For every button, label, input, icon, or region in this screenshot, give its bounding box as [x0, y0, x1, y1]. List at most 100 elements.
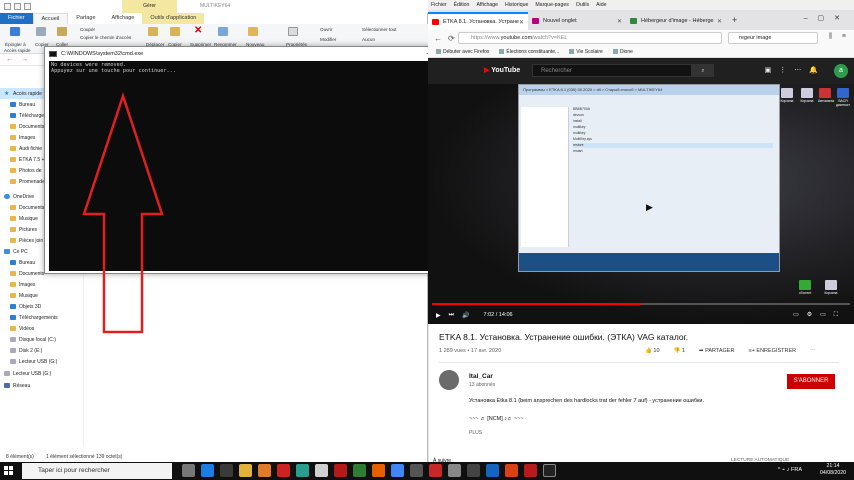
url-bar[interactable]: https://www.youtube.com/watch?v=KEL — [458, 32, 722, 44]
share-button[interactable]: ➦ PARTAGER — [699, 348, 734, 354]
chrome-icon[interactable] — [391, 464, 404, 477]
tab-new-tab[interactable]: Nouvel onglet ✕ — [528, 12, 626, 30]
bookmark-item[interactable]: Élections constituante... — [499, 49, 559, 55]
menu-history[interactable]: Historique — [505, 2, 528, 8]
avatar[interactable]: a — [834, 64, 848, 78]
menu-view[interactable]: Affichage — [476, 2, 498, 8]
app-icon[interactable] — [315, 464, 328, 477]
play-icon[interactable]: ▶ — [436, 312, 441, 319]
file-explorer-icon[interactable] — [239, 464, 252, 477]
new-folder-icon[interactable] — [14, 3, 21, 10]
library-icon[interactable]: ⫼ — [829, 33, 832, 41]
nav-item[interactable]: Lecteur USB (G:) — [0, 368, 84, 379]
dislike-button[interactable]: 👎 1 — [674, 348, 685, 354]
nav-item[interactable]: Réseau — [0, 380, 84, 391]
tab-file[interactable]: Fichier — [0, 13, 33, 24]
channel-avatar[interactable] — [439, 370, 459, 390]
reload-icon[interactable]: ⟳ — [448, 34, 455, 43]
menu-file[interactable]: Fichier — [431, 2, 447, 8]
close-tab-icon[interactable]: ✕ — [519, 19, 524, 26]
bookmark-item[interactable]: Dione — [613, 49, 633, 55]
video-progress-bar[interactable] — [432, 303, 850, 305]
menu-icon[interactable]: ≡ — [842, 33, 846, 40]
subscribe-button[interactable]: S'ABONNER — [787, 374, 835, 389]
nav-item[interactable]: Musique — [0, 290, 84, 301]
app-icon[interactable] — [429, 464, 442, 477]
app-icon[interactable] — [467, 464, 480, 477]
open-button[interactable]: Ouvrir — [320, 27, 333, 32]
firefox-icon[interactable] — [372, 464, 385, 477]
tab-home[interactable]: Accueil — [32, 13, 69, 24]
paste-icon[interactable] — [57, 27, 67, 36]
tab-app-tools[interactable]: Outils d'application — [142, 13, 205, 24]
app-icon[interactable] — [410, 464, 423, 477]
close-tab-icon[interactable]: ✕ — [717, 18, 722, 25]
nav-arrows[interactable]: ←→ — [6, 56, 36, 63]
nav-item[interactable]: Disk 2 (E:) — [0, 345, 84, 356]
dropdown-icon[interactable] — [24, 3, 31, 10]
tab-image-host[interactable]: Hébergeur d'image - Héberge ✕ — [626, 12, 726, 30]
select-all-button[interactable]: Sélectionner tout — [362, 27, 396, 32]
pin-button[interactable]: Épingler à — [5, 42, 26, 47]
search-icon[interactable]: ⌕ — [692, 64, 714, 77]
volume-icon[interactable]: 🔊 — [462, 312, 469, 319]
language-indicator[interactable]: FRA — [791, 467, 802, 473]
like-button[interactable]: 👍 10 — [645, 348, 660, 354]
acrobat-icon[interactable] — [524, 464, 537, 477]
pin-icon[interactable] — [10, 27, 20, 36]
delete-icon[interactable]: ✕ — [194, 25, 202, 36]
copy-path-button[interactable]: Copier le chemin d'accès — [80, 35, 131, 40]
tab-share[interactable]: Partage — [68, 13, 103, 24]
copy-icon[interactable] — [36, 27, 46, 36]
properties-icon[interactable] — [4, 3, 11, 10]
word-icon[interactable] — [486, 464, 499, 477]
video-player[interactable]: Программы > ETKA 8.1 (030) 00.2020 > dll… — [428, 84, 854, 324]
move-to-icon[interactable] — [148, 27, 158, 36]
taskbar-search-input[interactable]: Taper ici pour rechercher — [22, 463, 172, 479]
clock[interactable]: 21:14 04/08/2020 — [820, 463, 846, 477]
tab-view[interactable]: Affichage — [104, 13, 143, 24]
window-controls[interactable]: –▢✕ — [804, 14, 850, 22]
powerpoint-icon[interactable] — [505, 464, 518, 477]
app-icon[interactable] — [334, 464, 347, 477]
system-tray[interactable]: ^ ⌁ ♪ FRA — [778, 467, 802, 473]
app-icon[interactable] — [448, 464, 461, 477]
show-more-button[interactable]: PLUS — [469, 430, 482, 436]
spotify-icon[interactable] — [353, 464, 366, 477]
nav-item[interactable]: Objets 3D — [0, 301, 84, 312]
nav-item[interactable]: Téléchargements — [0, 312, 84, 323]
youtube-logo[interactable]: ▶ YouTube — [484, 66, 520, 74]
vlc-icon[interactable] — [258, 464, 271, 477]
menu-tools[interactable]: Outils — [576, 2, 589, 8]
nav-item[interactable]: Disque local (C:) — [0, 334, 84, 345]
task-view-icon[interactable] — [182, 464, 195, 477]
app-icon[interactable] — [296, 464, 309, 477]
header-icons[interactable]: ▣⋮⋯🔔 — [765, 66, 826, 74]
cmd-titlebar[interactable]: C:\WINDOWS\system32\cmd.exe –▢✕ — [45, 47, 483, 61]
tab-youtube[interactable]: ETKA 8.1. Установка. Устране ✕ — [428, 12, 528, 30]
back-icon[interactable]: ← — [434, 34, 442, 43]
menu-bookmarks[interactable]: Marque-pages — [535, 2, 568, 8]
nav-item[interactable]: Lecteur USB (G:) — [0, 356, 84, 367]
edit-button[interactable]: Modifier — [320, 37, 336, 42]
more-options-icon[interactable]: ⋯ — [810, 348, 816, 354]
store-icon[interactable] — [220, 464, 233, 477]
youtube-search-input[interactable]: Rechercher — [532, 64, 692, 77]
copy-to-icon[interactable] — [170, 27, 180, 36]
menu-edit[interactable]: Édition — [454, 2, 470, 8]
properties-icon[interactable] — [288, 27, 298, 36]
select-none-button[interactable]: Aucun — [362, 37, 375, 42]
new-tab-icon[interactable]: + — [732, 15, 737, 25]
channel-name[interactable]: Ital_Car — [469, 373, 493, 380]
search-box[interactable]: regeur image — [728, 32, 818, 44]
close-tab-icon[interactable]: ✕ — [617, 18, 622, 25]
edge-icon[interactable] — [201, 464, 214, 477]
bookmark-item[interactable]: Vie Scolaire — [569, 49, 603, 55]
save-button[interactable]: ≡+ ENREGISTRER — [748, 348, 796, 354]
app-icon[interactable] — [277, 464, 290, 477]
player-right-controls[interactable]: ▭⚙▭⛶ — [793, 311, 846, 319]
next-icon[interactable]: ⏭ — [449, 312, 454, 319]
cut-button[interactable]: Couper — [80, 27, 95, 32]
manage-context-tab[interactable]: Gérer — [122, 0, 177, 13]
windows-start-icon[interactable] — [4, 466, 14, 476]
